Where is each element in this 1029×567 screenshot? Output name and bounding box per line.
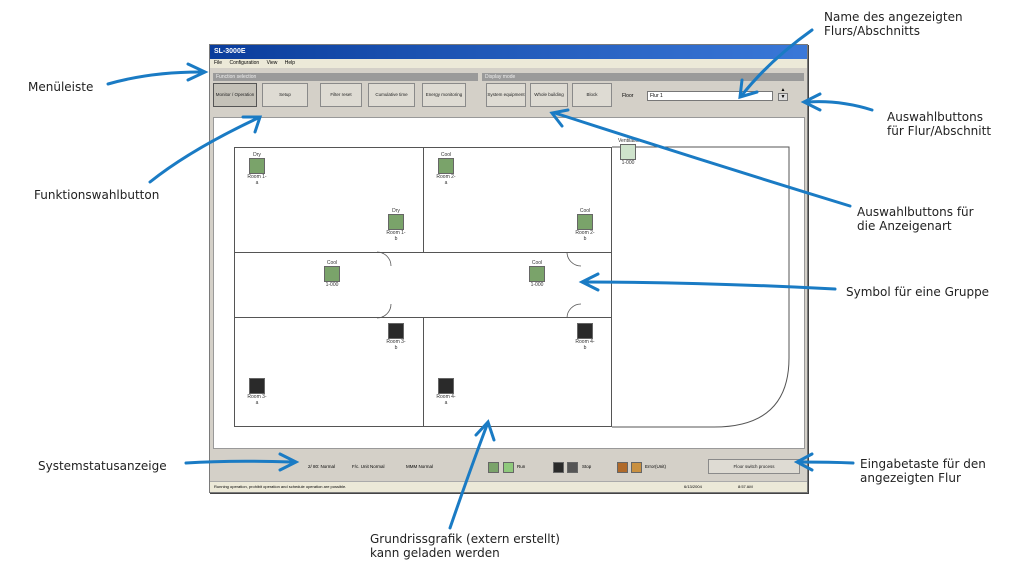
arrow-function-button <box>148 116 260 184</box>
arrow-enter-key <box>798 460 855 465</box>
arrow-menu-bar <box>106 70 202 86</box>
callout-arrows <box>106 28 874 530</box>
arrow-system-status <box>184 459 294 465</box>
arrow-view-type <box>553 111 852 208</box>
arrow-floorplan <box>448 423 489 530</box>
arrow-group-symbol <box>583 280 837 291</box>
arrow-floor-name <box>740 28 814 97</box>
